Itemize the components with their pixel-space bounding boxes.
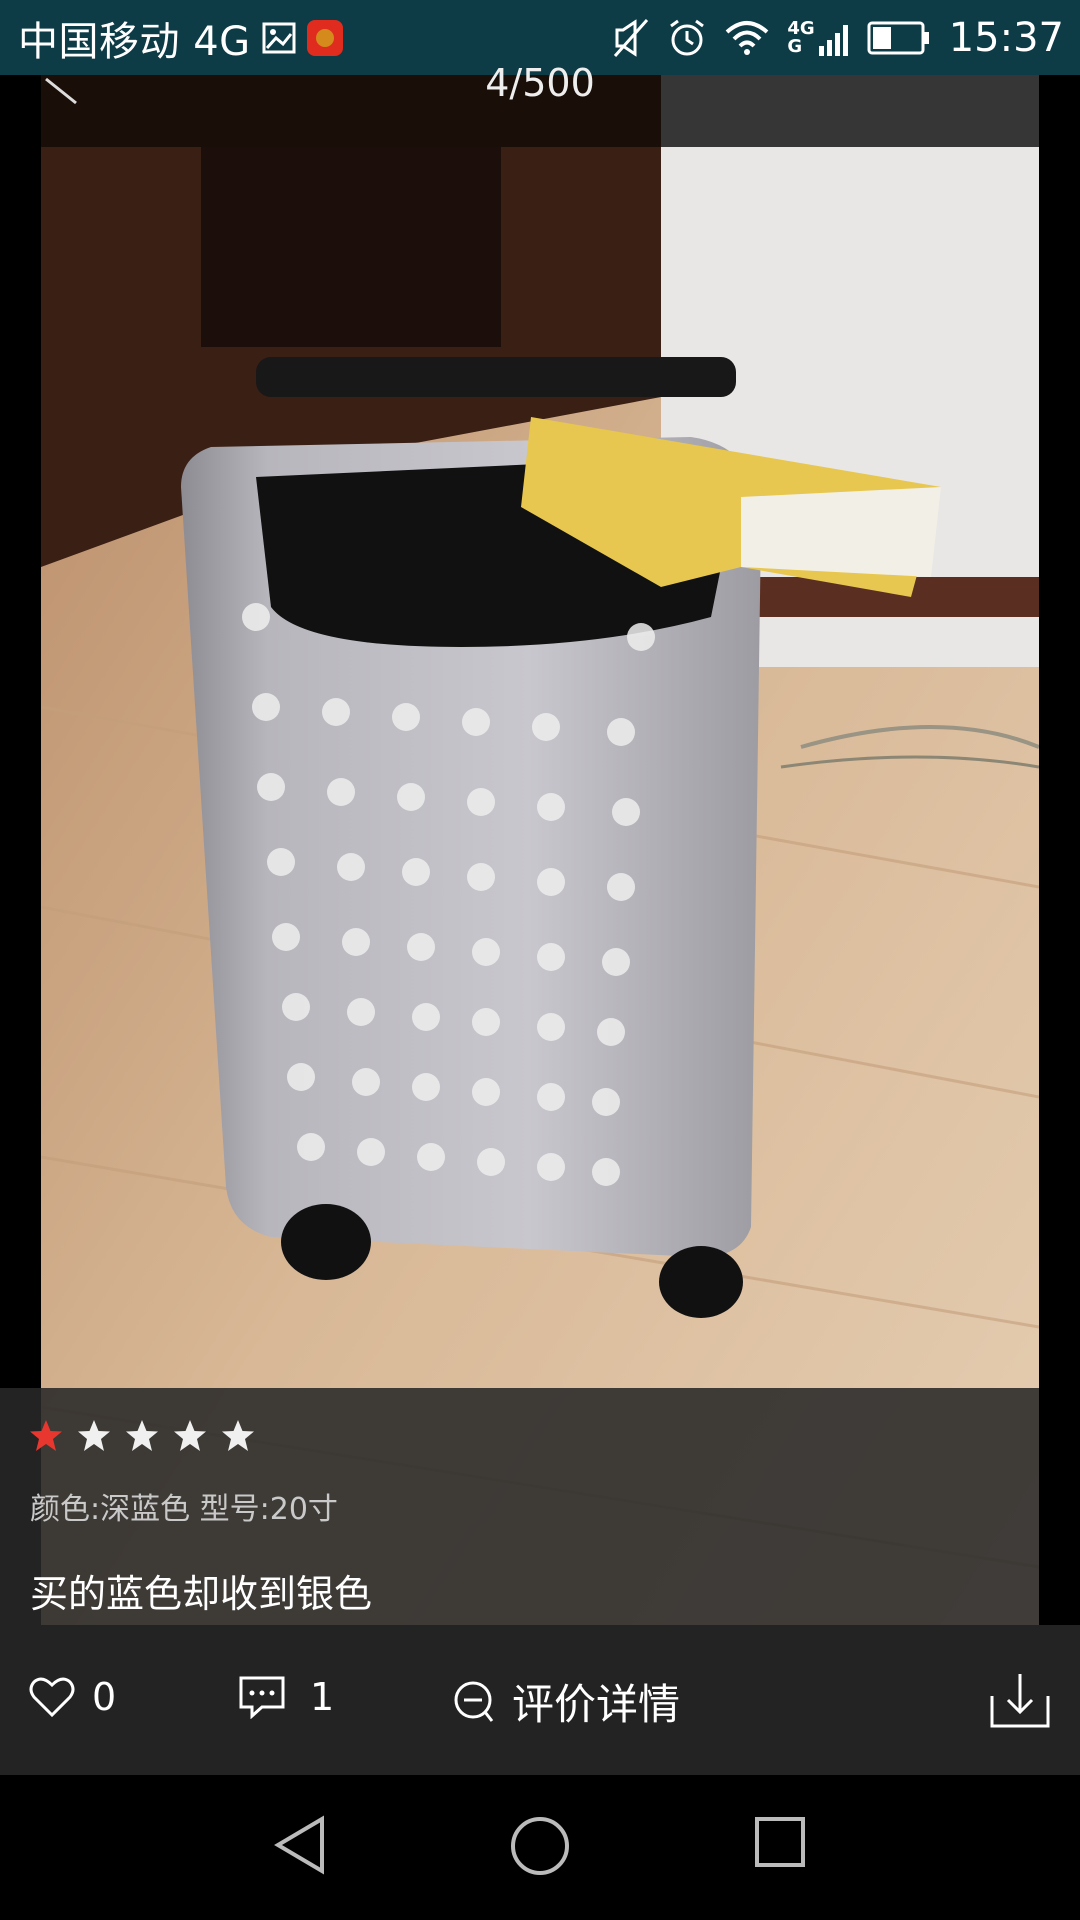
network-tag-bottom: G [787, 35, 803, 57]
network-tag-top: 4G [787, 17, 815, 39]
recents-square-icon[interactable] [753, 1815, 807, 1869]
star-empty-icon [78, 1420, 110, 1451]
back-arrow-icon[interactable] [42, 75, 82, 107]
back-triangle-icon[interactable] [272, 1815, 328, 1875]
image-icon [262, 22, 296, 53]
home-circle-icon[interactable] [509, 1815, 571, 1877]
star-filled-icon [30, 1420, 62, 1451]
star-empty-icon [174, 1420, 206, 1451]
app-badge-icon [306, 19, 343, 56]
star-rating [28, 1418, 256, 1454]
photo-viewer[interactable]: 4/500 颜色:深蓝色 型号:20寸 买的蓝色却收到银色 [0, 61, 1080, 1775]
comment-icon [239, 1676, 285, 1719]
review-details-label: 评价详情 [512, 1680, 681, 1729]
details-icon [454, 1681, 494, 1722]
heart-icon [29, 1677, 75, 1718]
carrier-label: 中国移动 4G [18, 18, 251, 65]
page-indicator: 4/500 [485, 61, 595, 105]
action-bar: 0 1 评价详情 [0, 1625, 1080, 1775]
star-empty-icon [222, 1420, 254, 1451]
like-button[interactable]: 0 [28, 1675, 116, 1719]
alarm-icon [670, 19, 705, 55]
clock: 15:37 [948, 14, 1064, 61]
like-count: 0 [92, 1675, 117, 1719]
battery-icon [867, 21, 929, 54]
mute-icon [614, 18, 649, 57]
comment-button[interactable]: 1 [238, 1675, 334, 1719]
wifi-icon [726, 20, 769, 55]
comment-count: 1 [310, 1675, 335, 1719]
signal-icon: 4G G [787, 17, 848, 57]
star-empty-icon [126, 1420, 158, 1451]
download-icon[interactable] [988, 1670, 1052, 1730]
product-spec: 颜色:深蓝色 型号:20寸 [30, 1492, 338, 1527]
review-comment: 买的蓝色却收到银色 [30, 1572, 373, 1616]
review-details-button[interactable]: 评价详情 [452, 1671, 680, 1732]
system-nav-bar [0, 1775, 1080, 1920]
